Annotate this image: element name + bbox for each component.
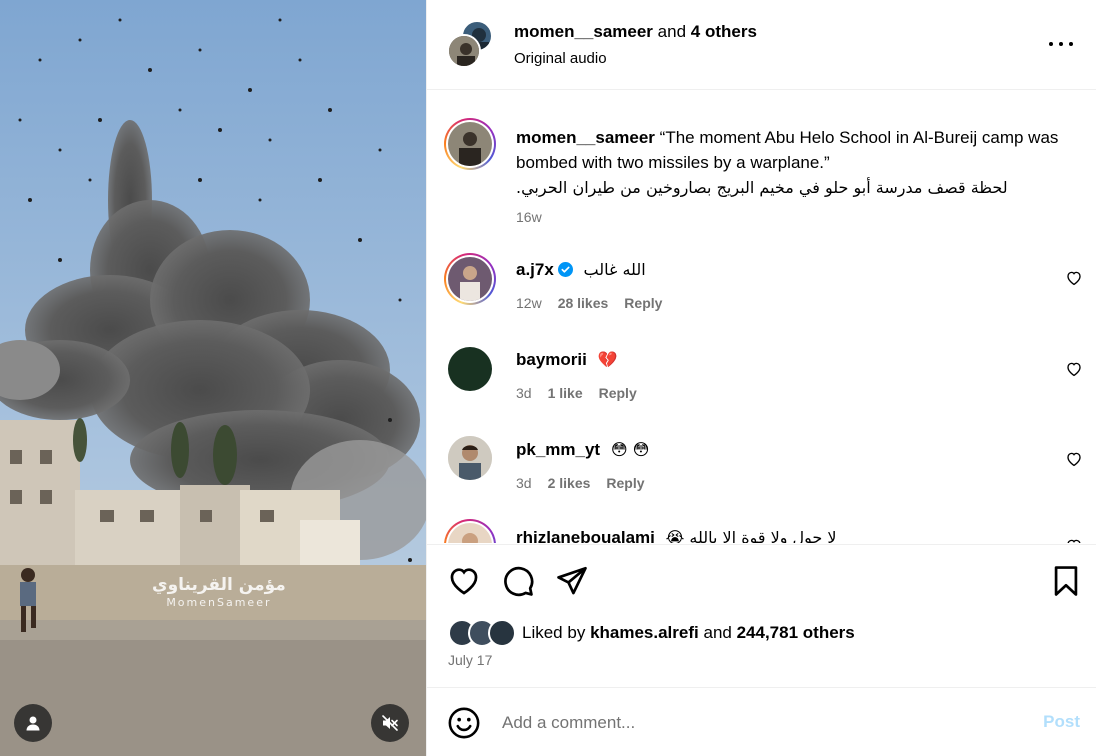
comment-body: 😳 😳 [610, 440, 650, 459]
collaborator-avatars[interactable] [447, 20, 495, 68]
comment-username[interactable]: rhizlaneboualami [516, 528, 655, 543]
tagged-users-button[interactable] [14, 704, 52, 742]
video-frame-explosion [0, 0, 426, 756]
heart-icon[interactable] [447, 564, 481, 598]
liked-by-avatars [448, 619, 520, 647]
avatar-ring-inner [446, 521, 494, 543]
avatar [448, 257, 492, 301]
bookmark-icon[interactable] [1049, 564, 1083, 598]
comment-time: 3d [516, 385, 532, 401]
smiley-icon[interactable] [447, 706, 481, 740]
post-caption: momen__sameer “The moment Abu Helo Schoo… [516, 125, 1084, 230]
video-watermark: مؤمن القريناوي MomenSameer [152, 575, 286, 609]
more-options-button[interactable] [1047, 32, 1075, 56]
comment-username[interactable]: pk_mm_yt [516, 440, 600, 459]
authors-and: and [657, 22, 687, 41]
liked-by-text: Liked by khames.alrefi and 244,781 other… [522, 623, 855, 643]
more-dot [1069, 42, 1073, 46]
avatar [447, 34, 481, 68]
audio-link[interactable]: Original audio [514, 50, 757, 67]
comment-likes[interactable]: 1 like [548, 385, 583, 401]
comment-row: rhizlaneboualami 😭 لا حول ولا قوة الا با… [427, 519, 1096, 543]
comment-icon[interactable] [501, 564, 535, 598]
user-icon [26, 716, 40, 731]
comment-time: 3d [516, 475, 532, 491]
avatar [448, 122, 492, 166]
post-authors: momen__sameer and 4 others [514, 22, 757, 42]
reply-button[interactable]: Reply [624, 295, 662, 311]
avatar [448, 523, 492, 543]
comment-body: 💔 [597, 350, 618, 369]
liked-by-user-link[interactable]: khames.alrefi [590, 623, 699, 642]
avatar-ring-inner [446, 255, 494, 303]
comment-avatar[interactable] [444, 253, 496, 305]
caption-time: 16w [516, 209, 542, 225]
comment-avatar[interactable] [448, 347, 492, 391]
comment-time: 12w [516, 295, 542, 311]
comment-meta: 12w 28 likes Reply [516, 295, 662, 311]
comment-username[interactable]: baymorii [516, 350, 587, 369]
comment-body: 😭 لا حول ولا قوة الا بالله [665, 528, 837, 543]
heart-icon[interactable] [1065, 450, 1083, 468]
liked-by-others-link[interactable]: 244,781 others [737, 623, 855, 642]
author-username[interactable]: momen__sameer [514, 22, 653, 41]
post-actions: Liked by khames.alrefi and 244,781 other… [427, 544, 1096, 688]
comment-text: rhizlaneboualami 😭 لا حول ولا قوة الا با… [516, 528, 837, 543]
caption-username[interactable]: momen__sameer [516, 128, 655, 147]
comment-username[interactable]: a.j7x [516, 260, 554, 279]
add-comment-bar: Post [427, 689, 1096, 756]
comment-text: baymorii 💔 [516, 350, 618, 370]
comment-input[interactable] [502, 709, 1002, 737]
heart-icon[interactable] [1065, 269, 1083, 287]
liked-by-and: and [703, 623, 732, 642]
more-horizontal-icon [1049, 42, 1053, 46]
avatar [488, 619, 516, 647]
post-details-panel: momen__sameer and 4 others Original audi… [426, 0, 1096, 756]
comment-likes[interactable]: 28 likes [558, 295, 609, 311]
comment-text: pk_mm_yt 😳 😳 [516, 440, 649, 460]
verified-badge-icon [557, 262, 573, 277]
send-icon[interactable] [555, 564, 589, 598]
post-header-text: momen__sameer and 4 others Original audi… [514, 22, 757, 67]
watermark-arabic: مؤمن القريناوي [152, 575, 286, 595]
comment-body: الله غالب [583, 260, 646, 279]
post-header: momen__sameer and 4 others Original audi… [427, 0, 1096, 90]
reply-button[interactable]: Reply [606, 475, 644, 491]
liked-by-row: Liked by khames.alrefi and 244,781 other… [448, 619, 855, 647]
post-button[interactable]: Post [1043, 712, 1080, 732]
heart-icon[interactable] [1065, 360, 1083, 378]
mute-toggle-button[interactable] [371, 704, 409, 742]
speaker-muted-icon [382, 715, 398, 731]
comment-row: a.j7x الله غالب 12w 28 likes Reply [427, 253, 1096, 333]
reel-video[interactable]: مؤمن القريناوي MomenSameer [0, 0, 426, 756]
reply-button[interactable]: Reply [599, 385, 637, 401]
comment-row: baymorii 💔 3d 1 like Reply [427, 345, 1096, 425]
avatar-ring-inner [446, 120, 494, 168]
caption-avatar[interactable] [444, 118, 496, 170]
liked-by-prefix: Liked by [522, 623, 586, 642]
comment-meta: 3d 2 likes Reply [516, 475, 645, 491]
comment-row: pk_mm_yt 😳 😳 3d 2 likes Reply [427, 435, 1096, 515]
post-date[interactable]: July 17 [448, 652, 492, 668]
comments-list[interactable]: momen__sameer “The moment Abu Helo Schoo… [427, 91, 1096, 543]
other-authors-link[interactable]: 4 others [691, 22, 757, 41]
comment-avatar[interactable] [448, 436, 492, 480]
watermark-latin: MomenSameer [166, 596, 272, 609]
comment-likes[interactable]: 2 likes [548, 475, 591, 491]
comment-avatar[interactable] [444, 519, 496, 543]
heart-icon[interactable] [1065, 537, 1083, 543]
comment-meta: 3d 1 like Reply [516, 385, 637, 401]
caption-text-arabic: لحظة قصف مدرسة أبو حلو في مخيم البريج بص… [516, 178, 1008, 197]
more-dot [1059, 42, 1063, 46]
comment-text: a.j7x الله غالب [516, 260, 646, 280]
